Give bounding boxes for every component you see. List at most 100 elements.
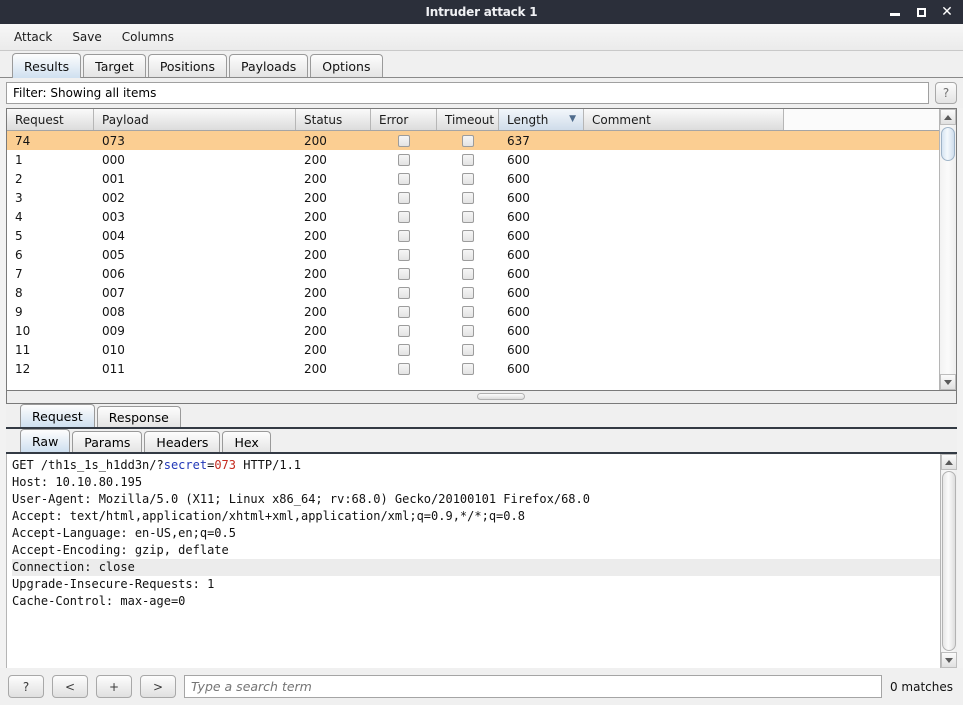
search-add-button[interactable]: + (96, 675, 132, 698)
search-next-button[interactable]: > (140, 675, 176, 698)
cell-payload: 007 (102, 285, 125, 300)
tab-options[interactable]: Options (310, 54, 383, 77)
tab-target[interactable]: Target (83, 54, 146, 77)
cell-comment (584, 131, 784, 150)
table-row[interactable]: 11 010 200 600 (7, 340, 939, 359)
minimize-icon[interactable] (888, 5, 902, 19)
table-row[interactable]: 7 006 200 600 (7, 264, 939, 283)
table-row[interactable]: 4 003 200 600 (7, 207, 939, 226)
maximize-icon[interactable] (914, 5, 928, 19)
error-checkbox[interactable] (398, 210, 410, 223)
request-token: GET /th1s_1s_h1dd3n/? (12, 458, 164, 472)
table-row[interactable]: 74 073 200 637 (7, 131, 939, 150)
error-checkbox[interactable] (398, 172, 410, 185)
timeout-checkbox[interactable] (462, 153, 474, 166)
cell-comment (584, 169, 784, 188)
timeout-checkbox[interactable] (462, 267, 474, 280)
error-checkbox[interactable] (398, 153, 410, 166)
request-editor[interactable]: GET /th1s_1s_h1dd3n/?secret=073 HTTP/1.1… (7, 454, 940, 668)
error-checkbox[interactable] (398, 248, 410, 261)
cell-comment (584, 150, 784, 169)
editor-vertical-scrollbar[interactable] (940, 454, 957, 668)
menu-item-attack[interactable]: Attack (12, 29, 54, 45)
column-header-error[interactable]: Error (371, 109, 437, 130)
tab-payloads[interactable]: Payloads (229, 54, 309, 77)
timeout-checkbox[interactable] (462, 305, 474, 318)
menu-item-save[interactable]: Save (70, 29, 103, 45)
results-scroll-track[interactable] (940, 125, 956, 374)
table-row[interactable]: 6 005 200 600 (7, 245, 939, 264)
error-checkbox[interactable] (398, 324, 410, 337)
error-checkbox[interactable] (398, 134, 410, 147)
timeout-checkbox[interactable] (462, 134, 474, 147)
table-row[interactable]: 8 007 200 600 (7, 283, 939, 302)
tab-request[interactable]: Request (20, 404, 95, 427)
tab-results[interactable]: Results (12, 53, 82, 78)
cell-status: 200 (304, 361, 327, 376)
error-checkbox[interactable] (398, 362, 410, 375)
column-header-length[interactable]: Length ▼ (499, 109, 584, 130)
request-token: Host: 10.10.80.195 (12, 475, 143, 489)
table-row[interactable]: 2 001 200 600 (7, 169, 939, 188)
close-icon[interactable]: ✕ (940, 5, 954, 19)
tab-raw[interactable]: Raw (20, 429, 71, 452)
scroll-up-button[interactable] (940, 109, 956, 125)
table-row[interactable]: 5 004 200 600 (7, 226, 939, 245)
filter-help-icon[interactable]: ? (935, 82, 957, 104)
timeout-checkbox[interactable] (462, 324, 474, 337)
cell-comment (584, 283, 784, 302)
table-row[interactable]: 10 009 200 600 (7, 321, 939, 340)
editor-scroll-thumb[interactable] (942, 471, 956, 651)
window-controls: ✕ (888, 5, 963, 19)
table-row[interactable]: 12 011 200 600 (7, 359, 939, 378)
timeout-checkbox[interactable] (462, 248, 474, 261)
error-checkbox[interactable] (398, 305, 410, 318)
scroll-down-button[interactable] (940, 374, 956, 390)
timeout-checkbox[interactable] (462, 172, 474, 185)
search-prev-button[interactable]: < (52, 675, 88, 698)
tab-response[interactable]: Response (96, 406, 181, 427)
tab-params[interactable]: Params (72, 431, 143, 452)
error-checkbox[interactable] (398, 267, 410, 280)
cell-payload: 011 (102, 361, 125, 376)
timeout-checkbox[interactable] (462, 210, 474, 223)
cell-length: 600 (507, 361, 530, 376)
cell-status: 200 (304, 152, 327, 167)
column-header-timeout[interactable]: Timeout (437, 109, 499, 130)
column-header-status[interactable]: Status (296, 109, 371, 130)
cell-comment (584, 340, 784, 359)
results-scroll-thumb[interactable] (941, 127, 955, 161)
format-tab-strip: Raw Params Headers Hex (6, 429, 957, 454)
cell-length: 600 (507, 228, 530, 243)
table-row[interactable]: 9 008 200 600 (7, 302, 939, 321)
timeout-checkbox[interactable] (462, 362, 474, 375)
timeout-checkbox[interactable] (462, 229, 474, 242)
editor-scroll-down-button[interactable] (941, 652, 957, 668)
editor-scroll-track[interactable] (941, 470, 957, 652)
results-horizontal-scrollbar[interactable] (6, 391, 957, 404)
timeout-checkbox[interactable] (462, 286, 474, 299)
timeout-checkbox[interactable] (462, 343, 474, 356)
results-hscroll-thumb[interactable] (477, 393, 525, 400)
error-checkbox[interactable] (398, 229, 410, 242)
results-vertical-scrollbar[interactable] (939, 109, 956, 390)
column-header-payload[interactable]: Payload (94, 109, 296, 130)
error-checkbox[interactable] (398, 343, 410, 356)
column-header-request[interactable]: Request (7, 109, 94, 130)
menu-item-columns[interactable]: Columns (120, 29, 176, 45)
table-row[interactable]: 1 000 200 600 (7, 150, 939, 169)
tab-hex[interactable]: Hex (222, 431, 271, 452)
timeout-checkbox[interactable] (462, 191, 474, 204)
search-help-button[interactable]: ? (8, 675, 44, 698)
column-header-comment[interactable]: Comment (584, 109, 784, 130)
filter-bar[interactable]: Filter: Showing all items (6, 82, 929, 104)
cell-length: 600 (507, 342, 530, 357)
error-checkbox[interactable] (398, 286, 410, 299)
editor-scroll-up-button[interactable] (941, 454, 957, 470)
tab-positions[interactable]: Positions (147, 54, 227, 77)
error-checkbox[interactable] (398, 191, 410, 204)
tab-headers[interactable]: Headers (144, 431, 221, 452)
cell-request: 11 (15, 342, 31, 357)
table-row[interactable]: 3 002 200 600 (7, 188, 939, 207)
search-input[interactable] (184, 675, 882, 698)
